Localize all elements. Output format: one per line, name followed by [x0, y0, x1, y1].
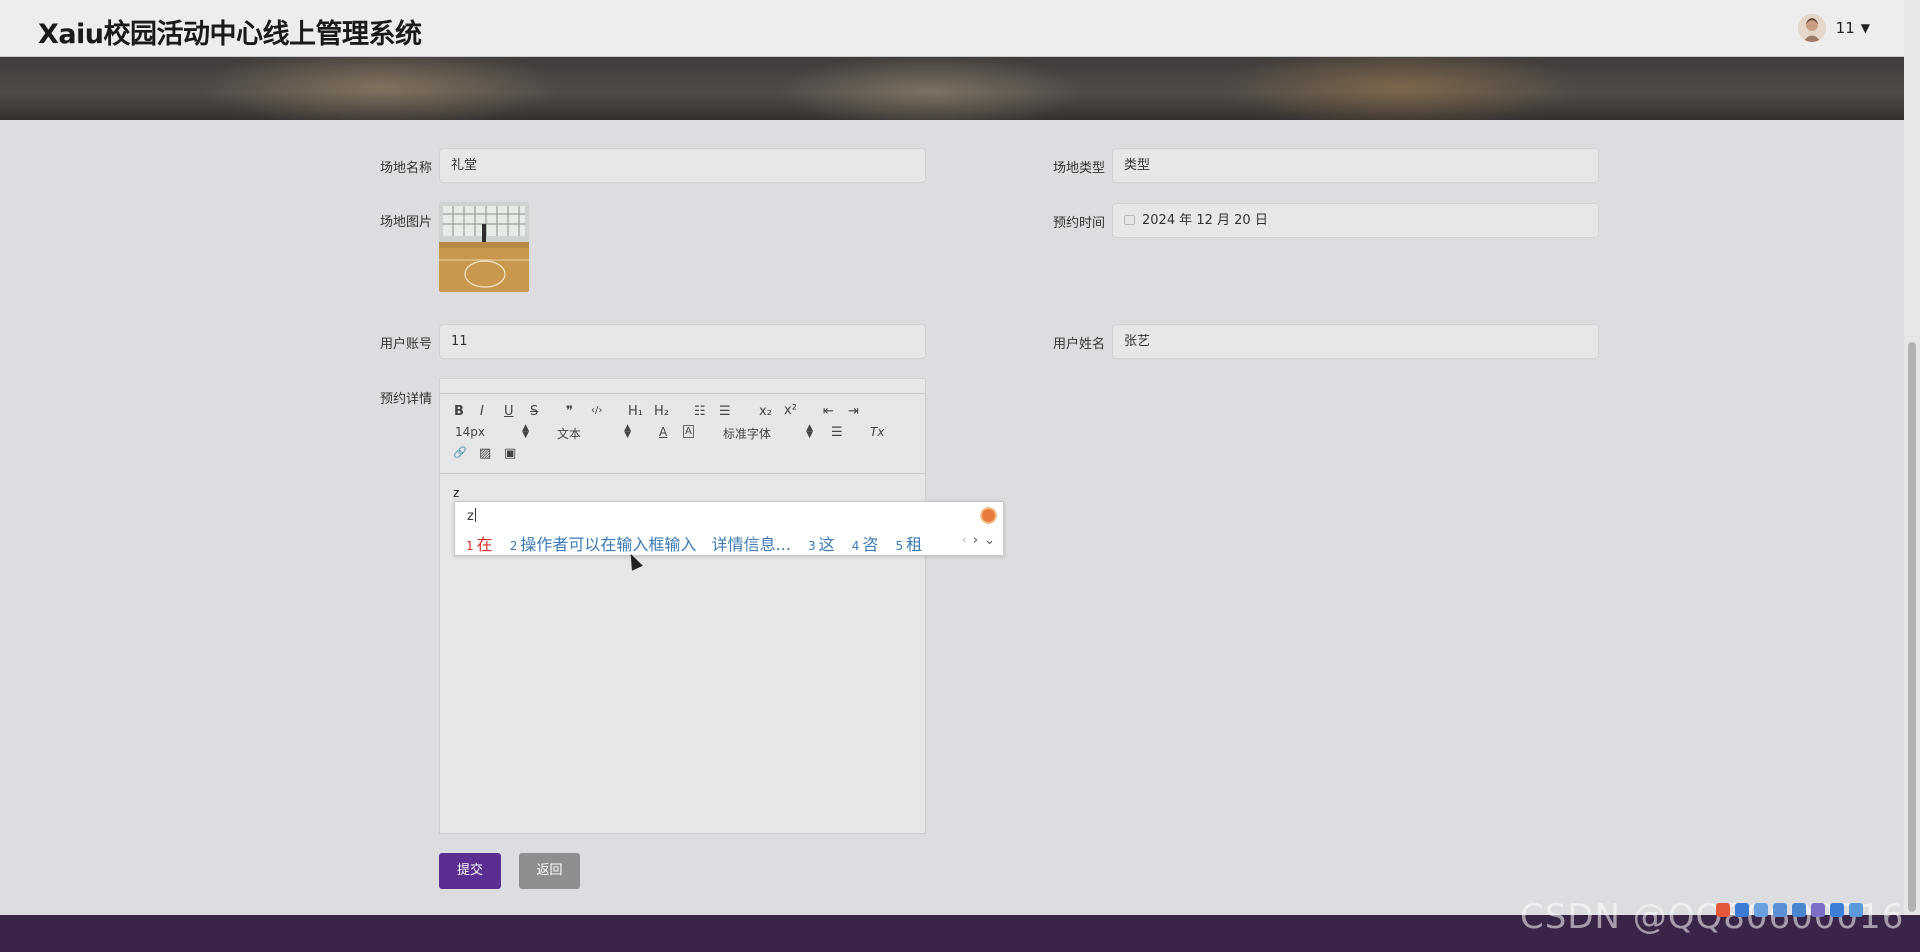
tray-skin-icon[interactable] — [1811, 903, 1825, 917]
candidate-text: 在 — [476, 535, 493, 554]
ime-composition: z — [467, 509, 474, 524]
banner-image — [0, 57, 1904, 120]
header-2-icon[interactable]: H₂ — [654, 404, 669, 419]
align-icon[interactable]: ☰ — [831, 425, 843, 440]
link-icon[interactable]: 🔗 — [453, 446, 467, 459]
tray-app-icon[interactable] — [1716, 903, 1730, 917]
submit-button[interactable]: 提交 — [439, 853, 501, 889]
ime-candidate[interactable]: 4咨 — [852, 531, 879, 555]
venue-image[interactable] — [439, 202, 529, 292]
clean-format-icon[interactable]: Tx — [870, 425, 884, 439]
background-color-icon[interactable]: A — [683, 425, 694, 438]
scrollbar-thumb[interactable] — [1908, 342, 1916, 912]
header-1-icon[interactable]: H₁ — [628, 404, 643, 419]
font-size-value: 14px — [455, 425, 485, 439]
system-tray — [1716, 903, 1863, 917]
top-header: Xaiu校园活动中心线上管理系统 11 ▼ — [0, 0, 1904, 57]
candidate-number: 2 — [509, 539, 518, 553]
ime-candidate[interactable]: 1在 — [466, 531, 493, 555]
tray-ime-icon[interactable] — [1735, 903, 1749, 917]
rich-text-editor[interactable]: B I U S ❞ ‹/› H₁ H₂ ☷ ☰ x₂ x² ⇤ ⇥ 14px ▲ ▼… — [439, 393, 926, 834]
indent-icon[interactable]: ⇥ — [848, 404, 859, 419]
font-size-select[interactable]: 14px ▲ ▼ — [455, 423, 529, 440]
video-icon[interactable]: ▣ — [504, 446, 516, 461]
candidate-text: 这 — [818, 535, 835, 554]
subscript-icon[interactable]: x₂ — [759, 404, 772, 419]
ime-candidate-popup[interactable]: z 1在 2 操作者可以在输入框输入 详情信息... 3这 4咨 5租 ‹ › ⌄ — [454, 501, 1004, 556]
booking-time-field[interactable]: 2024 年 12 月 20 日 — [1112, 203, 1599, 238]
venue-type-label: 场地类型 — [1053, 161, 1106, 176]
ime-candidate-list: 1在 2 操作者可以在输入框输入 详情信息... 3这 4咨 5租 — [466, 531, 934, 555]
user-account-field[interactable]: 11 — [439, 324, 926, 359]
venue-image-label: 场地图片 — [380, 215, 433, 230]
tray-punctuation-icon[interactable] — [1754, 903, 1768, 917]
superscript-icon[interactable]: x² — [784, 403, 797, 418]
prev-page-icon[interactable]: ‹ — [962, 533, 967, 548]
avatar — [1797, 14, 1826, 42]
text-cursor — [474, 508, 476, 522]
page-scrollbar[interactable] — [1904, 0, 1920, 915]
user-name-field[interactable]: 张艺 — [1112, 324, 1599, 359]
caret-down-icon[interactable]: ▼ — [1861, 21, 1870, 35]
editor-content[interactable]: z — [453, 486, 459, 500]
candidate-text: 咨 — [862, 535, 879, 554]
quote-icon[interactable]: ❞ — [566, 404, 573, 419]
tray-pen-icon[interactable] — [1773, 903, 1787, 917]
select-arrows-icon: ▲ ▼ — [806, 423, 813, 440]
font-color-icon[interactable]: A — [659, 425, 667, 439]
calendar-icon — [1124, 215, 1135, 225]
candidate-text: 租 — [906, 535, 923, 554]
select-arrows-icon: ▲ ▼ — [522, 423, 529, 440]
header-select-value: 文本 — [557, 427, 582, 441]
ime-logo-icon[interactable] — [980, 507, 997, 524]
booking-details-label: 预约详情 — [380, 392, 433, 407]
tray-keyboard-icon[interactable] — [1792, 903, 1806, 917]
italic-icon[interactable]: I — [480, 404, 484, 419]
header-select[interactable]: 文本 ▲ ▼ — [557, 423, 631, 442]
next-page-icon[interactable]: › — [973, 533, 978, 548]
underline-icon[interactable]: U — [504, 404, 514, 419]
tray-grid-icon[interactable] — [1830, 903, 1844, 917]
candidate-number: 3 — [808, 539, 816, 553]
booking-time-label: 预约时间 — [1053, 216, 1106, 231]
select-arrows-icon: ▲ ▼ — [624, 423, 631, 440]
font-family-select[interactable]: 标准字体 ▲ ▼ — [723, 423, 813, 442]
outdent-icon[interactable]: ⇤ — [823, 404, 834, 419]
candidate-number: 1 — [466, 539, 474, 553]
back-button[interactable]: 返回 — [519, 853, 580, 889]
ime-navigation: ‹ › ⌄ — [956, 533, 995, 548]
booking-time-value: 2024 年 12 月 20 日 — [1142, 213, 1268, 228]
venue-name-field[interactable]: 礼堂 — [439, 148, 926, 183]
image-icon[interactable]: ▨ — [479, 446, 491, 461]
ime-candidate[interactable]: 5租 — [896, 531, 923, 555]
bullet-list-icon[interactable]: ☰ — [719, 404, 731, 419]
font-family-value: 标准字体 — [723, 427, 772, 441]
editor-toolbar: B I U S ❞ ‹/› H₁ H₂ ☷ ☰ x₂ x² ⇤ ⇥ 14px ▲ ▼… — [440, 394, 925, 474]
username: 11 — [1835, 19, 1855, 37]
ime-candidate[interactable]: 2 操作者可以在输入框输入 详情信息... — [510, 531, 791, 555]
candidate-text: 操作者可以在输入框输入 详情信息... — [520, 535, 791, 554]
venue-name-label: 场地名称 — [380, 161, 433, 176]
ime-input-text: z — [467, 508, 476, 524]
bold-icon[interactable]: B — [454, 404, 464, 419]
user-account-label: 用户账号 — [380, 337, 433, 352]
app-title: Xaiu校园活动中心线上管理系统 — [38, 19, 422, 50]
ordered-list-icon[interactable]: ☷ — [694, 404, 706, 419]
editor-top-strip — [439, 378, 926, 394]
tray-settings-icon[interactable] — [1849, 903, 1863, 917]
code-icon[interactable]: ‹/› — [591, 405, 602, 416]
user-menu[interactable]: 11 ▼ — [1797, 14, 1870, 42]
strike-icon[interactable]: S — [530, 404, 538, 419]
candidate-number: 4 — [851, 539, 860, 553]
expand-icon[interactable]: ⌄ — [984, 533, 995, 548]
user-name-label: 用户姓名 — [1053, 337, 1106, 352]
ime-candidate[interactable]: 3这 — [808, 531, 835, 555]
candidate-number: 5 — [895, 539, 904, 553]
venue-type-field[interactable]: 类型 — [1112, 148, 1599, 183]
